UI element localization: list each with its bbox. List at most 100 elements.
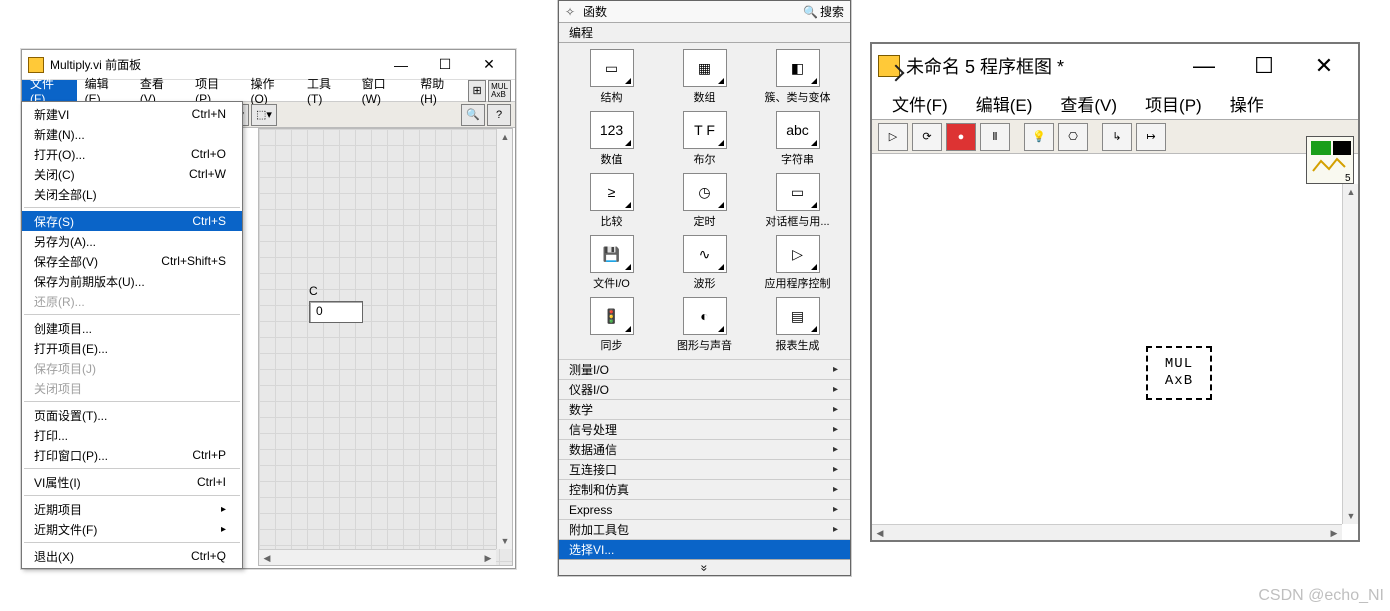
scroll-right-button[interactable]: ▶: [1326, 525, 1342, 541]
palette-list-item[interactable]: 测量I/O▸: [559, 359, 850, 379]
pause-button[interactable]: Ⅱ: [980, 123, 1010, 151]
file-menu-item[interactable]: 退出(X)Ctrl+Q: [22, 546, 242, 566]
menu-window[interactable]: 窗口(W): [354, 80, 413, 101]
vi-icon[interactable]: MULAxB: [488, 80, 511, 102]
scroll-left-button[interactable]: ◀: [259, 550, 275, 566]
palette-search[interactable]: 🔍 搜索: [803, 3, 844, 20]
scroll-up-button[interactable]: ▲: [1343, 184, 1359, 200]
file-menu-item[interactable]: 保存全部(V)Ctrl+Shift+S: [22, 251, 242, 271]
palette-item-array[interactable]: ▦数组: [658, 47, 751, 107]
file-menu-item[interactable]: 新建VICtrl+N: [22, 104, 242, 124]
scroll-right-button[interactable]: ▶: [480, 550, 496, 566]
highlight-exec-button[interactable]: 💡: [1024, 123, 1054, 151]
palette-list-item[interactable]: 互连接口▸: [559, 459, 850, 479]
file-menu-item[interactable]: 关闭(C)Ctrl+W: [22, 164, 242, 184]
menu-file[interactable]: 文件(F): [878, 88, 962, 119]
menu-operate[interactable]: 操作: [1216, 88, 1278, 119]
file-menu-item[interactable]: 页面设置(T)...: [22, 405, 242, 425]
search-label: 搜索: [820, 3, 844, 20]
minimize-button[interactable]: —: [1174, 46, 1234, 86]
step-into-button[interactable]: ↳: [1102, 123, 1132, 151]
palette-section-header[interactable]: 编程: [559, 23, 850, 43]
menu-operate[interactable]: 操作(O): [242, 80, 299, 101]
scroll-track-v[interactable]: [1343, 200, 1358, 508]
file-menu-item[interactable]: 新建(N)...: [22, 124, 242, 144]
scroll-down-button[interactable]: ▼: [1343, 508, 1359, 524]
palette-item-structure[interactable]: ▭结构: [565, 47, 658, 107]
palette-item-graphics[interactable]: ◐图形与声音: [658, 295, 751, 355]
vertical-scrollbar[interactable]: ▲ ▼: [1342, 184, 1358, 524]
scroll-track-v[interactable]: [497, 145, 512, 533]
front-panel-canvas[interactable]: C 0 ▲ ▼ ◀ ▶: [258, 128, 513, 566]
palette-item-label: 数组: [694, 89, 716, 105]
palette-list-item[interactable]: Express▸: [559, 499, 850, 519]
menu-project[interactable]: 项目(P): [187, 80, 242, 101]
menu-edit[interactable]: 编辑(E): [77, 80, 132, 101]
file-menu-item[interactable]: 另存为(A)...: [22, 231, 242, 251]
maximize-button[interactable]: ☐: [1234, 46, 1294, 86]
horizontal-scrollbar[interactable]: ◀ ▶: [872, 524, 1342, 540]
run-button[interactable]: ▷: [878, 123, 908, 151]
file-menu-item[interactable]: 近期文件(F): [22, 519, 242, 539]
file-menu-item[interactable]: 打开(O)...Ctrl+O: [22, 144, 242, 164]
palette-list-item[interactable]: 附加工具包▸: [559, 519, 850, 539]
numeric-indicator[interactable]: 0: [309, 301, 363, 323]
palette-item-dialog[interactable]: ▭对话框与用...: [751, 171, 844, 231]
reorder-dropdown[interactable]: ⬚▾: [251, 104, 277, 126]
palette-list-item[interactable]: 数据通信▸: [559, 439, 850, 459]
menu-project[interactable]: 项目(P): [1131, 88, 1216, 119]
file-menu-item[interactable]: 打印窗口(P)...Ctrl+P: [22, 445, 242, 465]
scroll-up-button[interactable]: ▲: [497, 129, 513, 145]
file-menu-item[interactable]: 近期项目: [22, 499, 242, 519]
connector-pane-icon[interactable]: ⊞: [468, 80, 486, 102]
palette-item-timing[interactable]: ◷定时: [658, 171, 751, 231]
menu-tools[interactable]: 工具(T): [299, 80, 354, 101]
menu-edit[interactable]: 编辑(E): [962, 88, 1047, 119]
palette-item-compare[interactable]: ≥比较: [565, 171, 658, 231]
search-button[interactable]: 🔍: [461, 104, 485, 126]
palette-item-sync[interactable]: 🚦同步: [565, 295, 658, 355]
file-menu-item[interactable]: 打开项目(E)...: [22, 338, 242, 358]
palette-list-item[interactable]: 仪器I/O▸: [559, 379, 850, 399]
close-button[interactable]: ✕: [1294, 46, 1354, 86]
palette-item-waveform[interactable]: ∿波形: [658, 233, 751, 293]
palette-item-fileio[interactable]: 💾文件I/O: [565, 233, 658, 293]
run-continuous-button[interactable]: ⟳: [912, 123, 942, 151]
palette-item-report[interactable]: ▤报表生成: [751, 295, 844, 355]
scroll-track-h[interactable]: [275, 550, 480, 565]
file-menu-item[interactable]: 创建项目...: [22, 318, 242, 338]
block-diagram-canvas[interactable]: MUL AxB: [874, 188, 1340, 522]
scroll-down-button[interactable]: ▼: [497, 533, 513, 549]
horizontal-scrollbar[interactable]: ◀ ▶: [259, 549, 496, 565]
menu-view[interactable]: 查看(V): [132, 80, 187, 101]
palette-list-item[interactable]: 数学▸: [559, 399, 850, 419]
palette-item-string[interactable]: abc字符串: [751, 109, 844, 169]
palette-list-item[interactable]: 选择VI...: [559, 539, 850, 559]
palette-item-numeric[interactable]: 123数值: [565, 109, 658, 169]
menu-file[interactable]: 文件(F): [22, 80, 77, 101]
file-menu-item[interactable]: 关闭全部(L): [22, 184, 242, 204]
palette-item-appctrl[interactable]: ▷应用程序控制: [751, 233, 844, 293]
abort-button[interactable]: ●: [946, 123, 976, 151]
retain-wire-button[interactable]: ⎔: [1058, 123, 1088, 151]
palette-footer[interactable]: »: [559, 559, 850, 575]
help-button[interactable]: ?: [487, 104, 511, 126]
pin-icon[interactable]: ✧: [565, 5, 579, 19]
scroll-track-h[interactable]: [888, 525, 1326, 540]
menu-view[interactable]: 查看(V): [1046, 88, 1131, 119]
step-over-button[interactable]: ↦: [1136, 123, 1166, 151]
file-menu-item[interactable]: VI属性(I)Ctrl+I: [22, 472, 242, 492]
vertical-scrollbar[interactable]: ▲ ▼: [496, 129, 512, 549]
palette-item-cluster[interactable]: ◧簇、类与变体: [751, 47, 844, 107]
file-menu-item[interactable]: 保存为前期版本(U)...: [22, 271, 242, 291]
palette-list-item[interactable]: 控制和仿真▸: [559, 479, 850, 499]
file-menu-item[interactable]: 保存(S)Ctrl+S: [22, 211, 242, 231]
subvi-node[interactable]: MUL AxB: [1146, 346, 1212, 400]
palette-list-item[interactable]: 信号处理▸: [559, 419, 850, 439]
vi-icon-corner[interactable]: 5: [1306, 136, 1354, 184]
scroll-left-button[interactable]: ◀: [872, 525, 888, 541]
close-button[interactable]: ✕: [467, 51, 511, 79]
palette-item-boolean[interactable]: T F布尔: [658, 109, 751, 169]
file-menu-item[interactable]: 打印...: [22, 425, 242, 445]
menu-help[interactable]: 帮助(H): [412, 80, 468, 101]
